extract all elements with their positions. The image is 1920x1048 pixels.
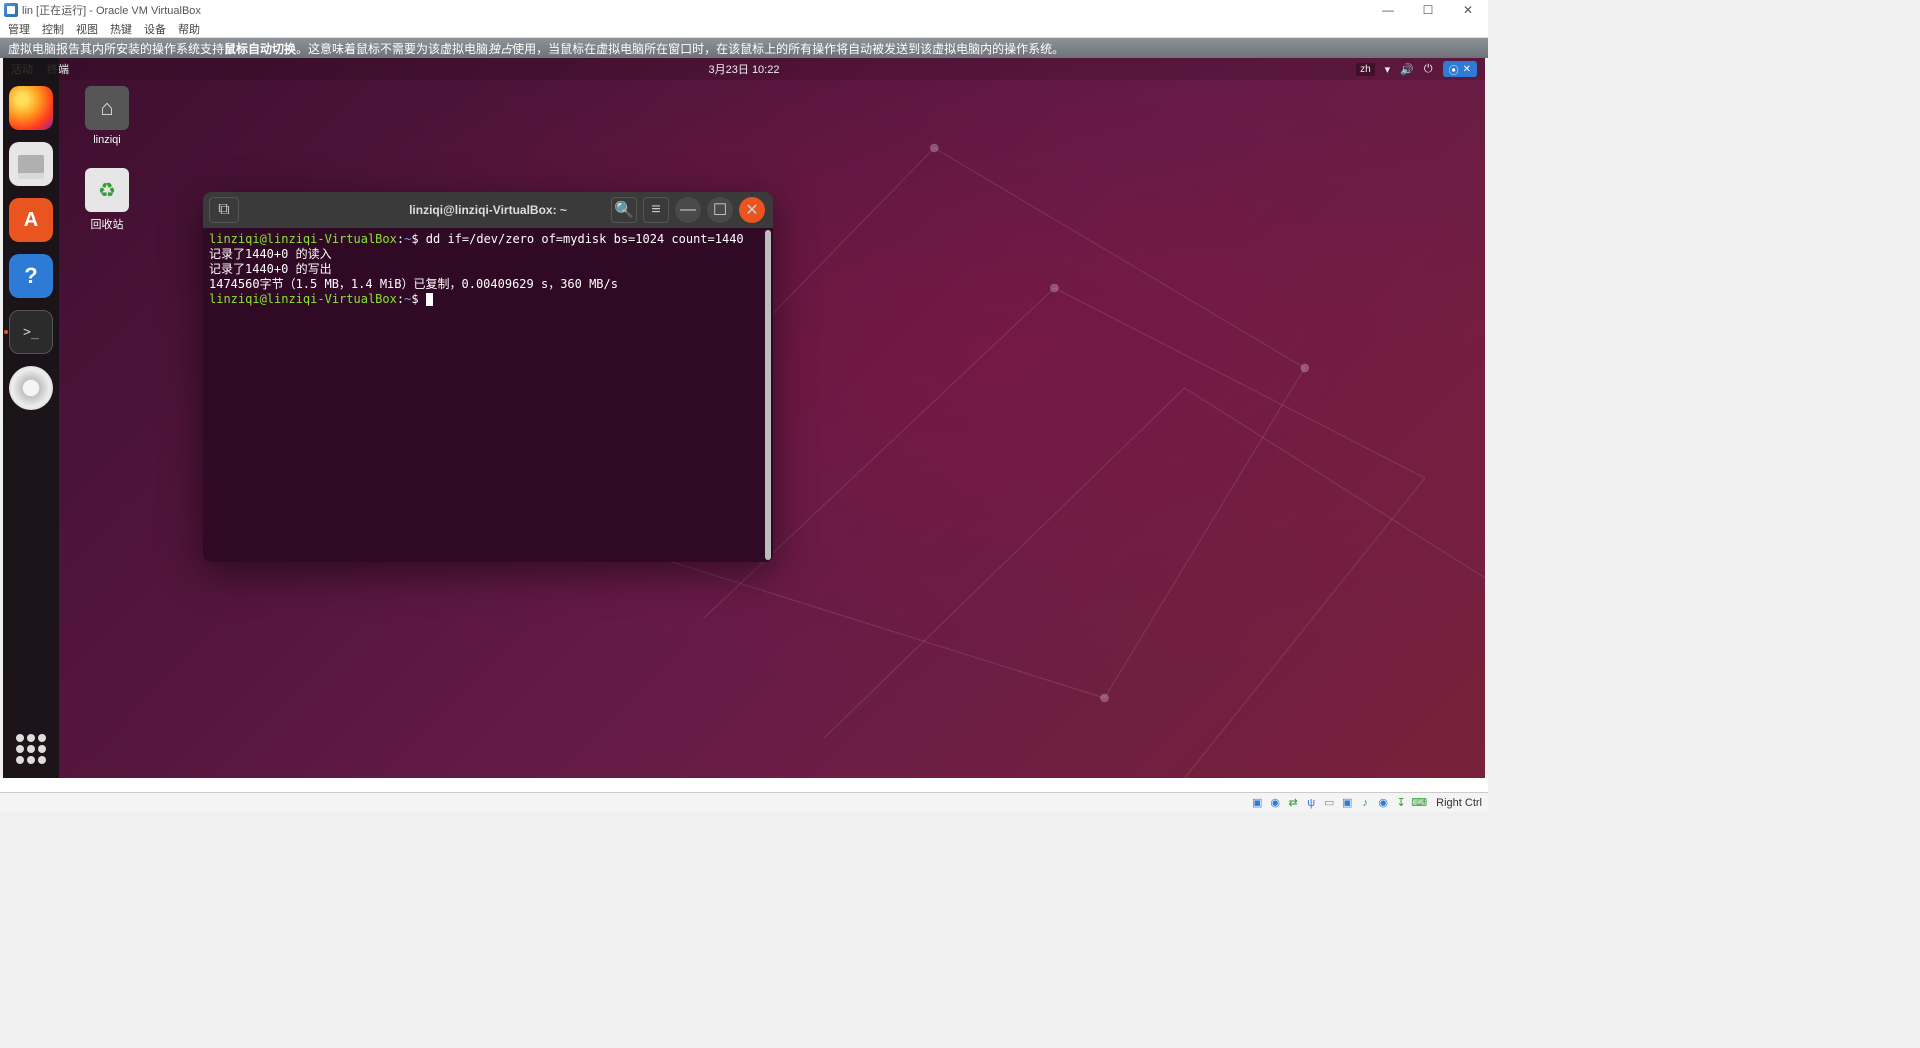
- menu-hotkeys[interactable]: 热键: [110, 21, 132, 37]
- status-recording-icon[interactable]: ◉: [1376, 796, 1390, 810]
- close-button[interactable]: ✕: [1448, 0, 1488, 20]
- volume-icon[interactable]: 🔊: [1400, 63, 1414, 76]
- terminal-body[interactable]: linziqi@linziqi-VirtualBox:~$ dd if=/dev…: [203, 228, 773, 562]
- gnome-dock: [3, 58, 59, 778]
- power-icon[interactable]: ⏻: [1424, 63, 1433, 76]
- terminal-search-button[interactable]: 🔍: [611, 197, 637, 223]
- status-hdd-icon[interactable]: ▣: [1250, 796, 1264, 810]
- banner-text-mid: 。这意味着鼠标不需要为该虚拟电脑: [296, 40, 488, 57]
- menu-view[interactable]: 视图: [76, 21, 98, 37]
- trash-icon: [85, 168, 129, 212]
- terminal-line: linziqi@linziqi-VirtualBox:~$ dd if=/dev…: [209, 232, 767, 247]
- status-display-icon[interactable]: ▣: [1340, 796, 1354, 810]
- virtualbox-icon: [4, 3, 18, 17]
- show-applications-button[interactable]: [16, 734, 46, 764]
- dock-software[interactable]: [9, 198, 53, 242]
- gnome-top-bar: 活动 终端 3月23日 10:22 zh ▾ 🔊 ⏻ ⦿ ✕: [3, 58, 1485, 80]
- terminal-output-line: 1474560字节（1.5 MB，1.4 MiB）已复制，0.00409629 …: [209, 277, 767, 292]
- host-key-indicator[interactable]: Right Ctrl: [1436, 797, 1482, 809]
- status-usb-icon[interactable]: ψ: [1304, 796, 1318, 810]
- maximize-button[interactable]: ☐: [1408, 0, 1448, 20]
- status-optical-icon[interactable]: ◉: [1268, 796, 1282, 810]
- a11y-icon: ⦿: [1449, 62, 1459, 77]
- guest-display: 活动 终端 3月23日 10:22 zh ▾ 🔊 ⏻ ⦿ ✕ linziqi 回…: [3, 58, 1485, 778]
- desktop-trash[interactable]: 回收站: [71, 168, 143, 232]
- menu-devices[interactable]: 设备: [144, 21, 166, 37]
- dock-files[interactable]: [9, 142, 53, 186]
- window-controls: — ☐ ✕: [1368, 0, 1488, 20]
- terminal-window: ⧉ linziqi@linziqi-VirtualBox: ~ 🔍 ≡ — ☐ …: [203, 192, 773, 562]
- banner-text-pre: 虚拟电脑报告其内所安装的操作系统支持: [8, 40, 224, 57]
- menu-manage[interactable]: 管理: [8, 21, 30, 37]
- status-mouse-integration-icon[interactable]: ↧: [1394, 796, 1408, 810]
- window-title: lin [正在运行] - Oracle VM VirtualBox: [22, 2, 201, 18]
- mouse-integration-banner: 虚拟电脑报告其内所安装的操作系统支持 鼠标自动切换 。这意味着鼠标不需要为该虚拟…: [0, 38, 1488, 58]
- menu-control[interactable]: 控制: [42, 21, 64, 37]
- status-audio-icon[interactable]: ♪: [1358, 796, 1372, 810]
- terminal-menu-button[interactable]: ≡: [643, 197, 669, 223]
- status-shared-folder-icon[interactable]: ▭: [1322, 796, 1336, 810]
- terminal-minimize-button[interactable]: —: [675, 197, 701, 223]
- terminal-output-line: 记录了1440+0 的写出: [209, 262, 767, 277]
- menu-help[interactable]: 帮助: [178, 21, 200, 37]
- terminal-command: dd if=/dev/zero of=mydisk bs=1024 count=…: [426, 232, 744, 246]
- dock-disc[interactable]: [9, 366, 53, 410]
- a11y-close-icon: ✕: [1463, 64, 1471, 75]
- virtualbox-statusbar: ▣ ◉ ⇄ ψ ▭ ▣ ♪ ◉ ↧ ⌨ Right Ctrl: [0, 792, 1488, 812]
- banner-text-italic: 独占: [488, 40, 512, 57]
- bottom-gap: [0, 778, 1488, 792]
- terminal-output-line: 记录了1440+0 的读入: [209, 247, 767, 262]
- terminal-new-tab-button[interactable]: ⧉: [209, 197, 239, 223]
- banner-text-post: 使用，当鼠标在虚拟电脑所在窗口时，在该鼠标上的所有操作将自动被发送到该虚拟电脑内…: [512, 40, 1064, 57]
- virtualbox-menubar: 管理 控制 视图 热键 设备 帮助: [0, 20, 1488, 38]
- terminal-title: linziqi@linziqi-VirtualBox: ~: [409, 203, 567, 217]
- dock-help[interactable]: [9, 254, 53, 298]
- minimize-button[interactable]: —: [1368, 0, 1408, 20]
- banner-text-bold: 鼠标自动切换: [224, 40, 296, 57]
- terminal-line: linziqi@linziqi-VirtualBox:~$: [209, 292, 767, 307]
- input-method-indicator[interactable]: zh: [1356, 63, 1375, 76]
- status-keyboard-icon[interactable]: ⌨: [1412, 796, 1426, 810]
- desktop-home-label: linziqi: [71, 134, 143, 146]
- terminal-cursor: [426, 293, 433, 306]
- terminal-close-button[interactable]: ✕: [739, 197, 765, 223]
- dock-firefox[interactable]: [9, 86, 53, 130]
- desktop-trash-label: 回收站: [71, 216, 143, 232]
- virtualbox-titlebar: lin [正在运行] - Oracle VM VirtualBox — ☐ ✕: [0, 0, 1488, 20]
- terminal-headerbar[interactable]: ⧉ linziqi@linziqi-VirtualBox: ~ 🔍 ≡ — ☐ …: [203, 192, 773, 228]
- desktop-home-folder[interactable]: linziqi: [71, 86, 143, 146]
- network-icon[interactable]: ▾: [1385, 63, 1391, 76]
- clock-label[interactable]: 3月23日 10:22: [709, 61, 780, 77]
- home-folder-icon: [85, 86, 129, 130]
- terminal-scrollbar[interactable]: [765, 230, 771, 560]
- status-network-icon[interactable]: ⇄: [1286, 796, 1300, 810]
- terminal-maximize-button[interactable]: ☐: [707, 197, 733, 223]
- accessibility-indicator[interactable]: ⦿ ✕: [1443, 61, 1477, 77]
- dock-terminal[interactable]: [9, 310, 53, 354]
